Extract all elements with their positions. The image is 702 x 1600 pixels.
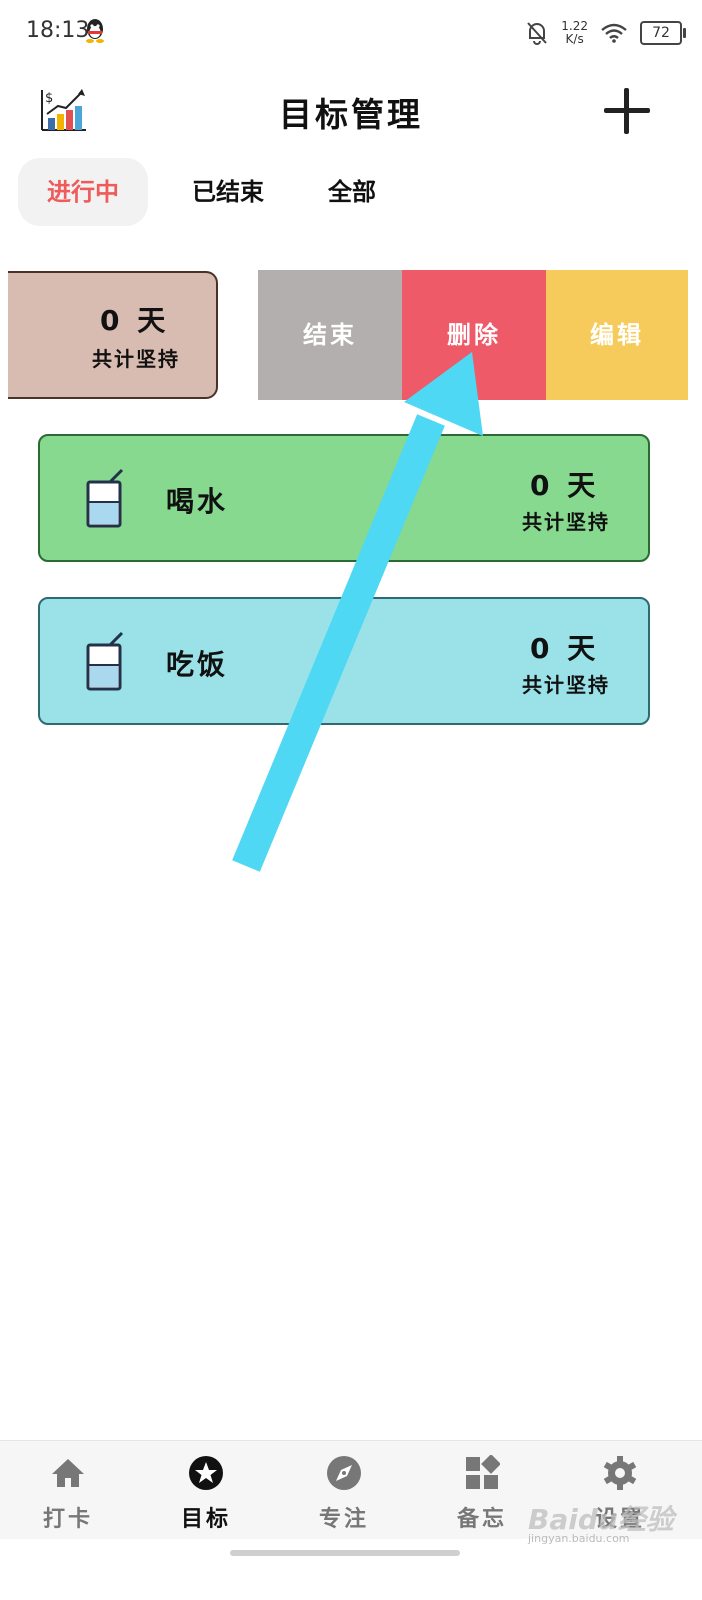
goal-days: 0 天	[530, 469, 600, 502]
filter-tabs: 进行中 已结束 全部	[18, 158, 402, 226]
cup-icon	[86, 468, 124, 528]
home-indicator[interactable]	[230, 1550, 460, 1556]
add-goal-button[interactable]	[604, 88, 650, 134]
nav-item-focus[interactable]: 专注	[284, 1441, 404, 1539]
battery-indicator: 72	[640, 21, 686, 45]
tab-in-progress[interactable]: 进行中	[18, 158, 148, 226]
net-speed: 1.22 K/s	[561, 20, 588, 46]
tab-finished[interactable]: 已结束	[166, 158, 290, 226]
goal-days: 0 天	[100, 304, 170, 337]
status-indicators: 1.22 K/s 72	[525, 16, 686, 50]
nav-label: 专注	[318, 1507, 369, 1532]
nav-item-goals[interactable]: 目标	[146, 1441, 266, 1539]
wifi-icon	[601, 23, 627, 43]
compass-icon	[327, 1456, 361, 1490]
tab-all[interactable]: 全部	[302, 158, 402, 226]
edit-goal-button[interactable]: 编辑	[546, 270, 688, 400]
nav-label: 打卡	[42, 1507, 93, 1532]
goal-total-label: 共计坚持	[522, 673, 610, 697]
watermark-url: jingyan.baidu.com	[528, 1532, 630, 1545]
swipe-actions: 结束 删除 编辑	[258, 270, 688, 400]
delete-goal-button[interactable]: 删除	[402, 270, 546, 400]
goal-total-label: 共计坚持	[92, 347, 180, 371]
goal-card-drink-water[interactable]: 喝水 0 天 共计坚持	[38, 434, 650, 562]
nav-item-memo[interactable]: 备忘	[422, 1441, 542, 1539]
net-speed-unit: K/s	[565, 32, 584, 46]
goal-card-eat[interactable]: 吃饭 0 天 共计坚持	[38, 597, 650, 725]
cup-icon	[86, 631, 124, 691]
star-icon	[189, 1456, 223, 1490]
widgets-icon	[466, 1455, 500, 1489]
nav-item-checkin[interactable]: 打卡	[8, 1441, 128, 1539]
nav-label: 目标	[180, 1507, 231, 1532]
status-bar: 18:13 1.22 K/s 72	[0, 0, 702, 64]
goal-days: 0 天	[530, 632, 600, 665]
page-title: 目标管理	[279, 95, 423, 134]
goal-name: 喝水	[166, 485, 229, 518]
end-goal-button[interactable]: 结束	[258, 270, 402, 400]
home-icon	[52, 1459, 84, 1487]
gear-icon	[603, 1456, 637, 1490]
annotation-arrow	[232, 352, 483, 872]
bell-muted-icon	[527, 22, 548, 45]
goal-name: 吃饭	[166, 648, 229, 681]
status-time: 18:13	[26, 18, 90, 43]
swiped-goal-card[interactable]: 0 天 共计坚持	[8, 271, 218, 399]
qq-icon	[86, 19, 104, 43]
nav-label: 备忘	[456, 1507, 507, 1532]
goal-total-label: 共计坚持	[522, 510, 610, 534]
